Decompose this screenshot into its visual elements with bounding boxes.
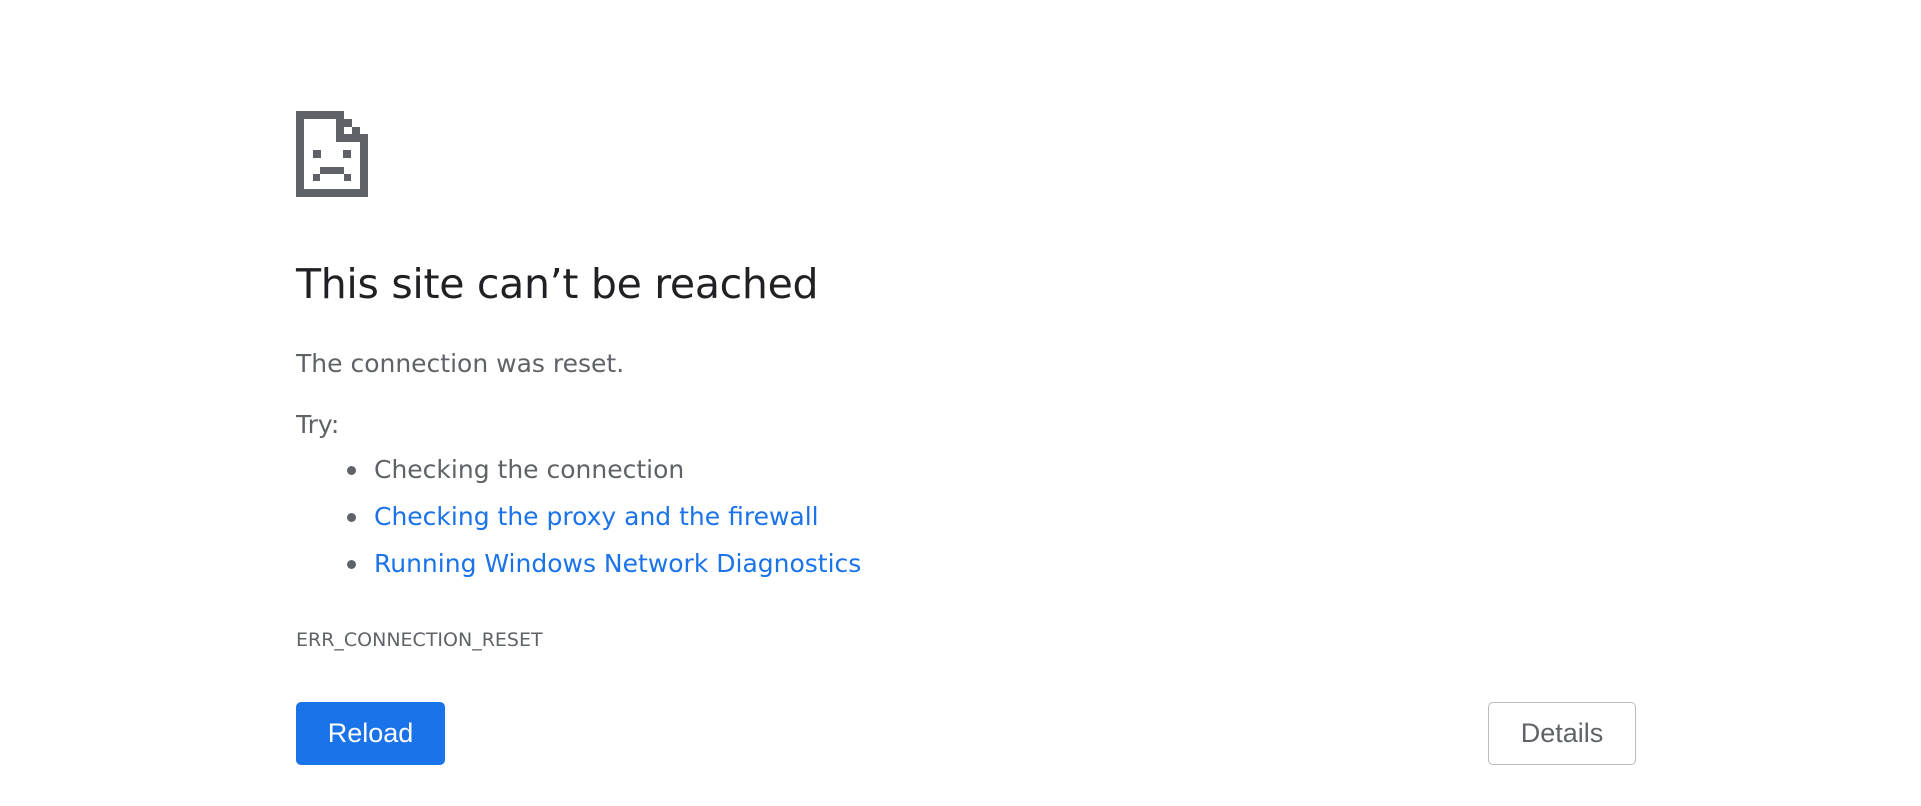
bullet-icon	[347, 560, 356, 569]
bullet-icon	[347, 513, 356, 522]
error-message: The connection was reset.	[296, 349, 625, 378]
suggestion-network-diagnostics: Running Windows Network Diagnostics	[296, 546, 861, 593]
details-button[interactable]: Details	[1488, 702, 1636, 765]
error-code: ERR_CONNECTION_RESET	[296, 629, 543, 651]
sad-page-icon	[296, 111, 368, 197]
suggestion-check-proxy-firewall: Checking the proxy and the firewall	[296, 499, 861, 546]
bullet-icon	[347, 466, 356, 475]
proxy-firewall-link[interactable]: Checking the proxy and the firewall	[374, 502, 819, 531]
suggestion-check-connection: Checking the connection	[296, 452, 861, 499]
network-diagnostics-link[interactable]: Running Windows Network Diagnostics	[374, 549, 861, 578]
error-page: This site can’t be reached The connectio…	[296, 0, 1636, 806]
suggestions-list: Checking the connection Checking the pro…	[296, 452, 861, 593]
suggestion-text: Checking the connection	[374, 455, 685, 484]
try-label: Try:	[296, 410, 340, 439]
reload-button[interactable]: Reload	[296, 702, 445, 765]
page-title: This site can’t be reached	[296, 260, 819, 308]
